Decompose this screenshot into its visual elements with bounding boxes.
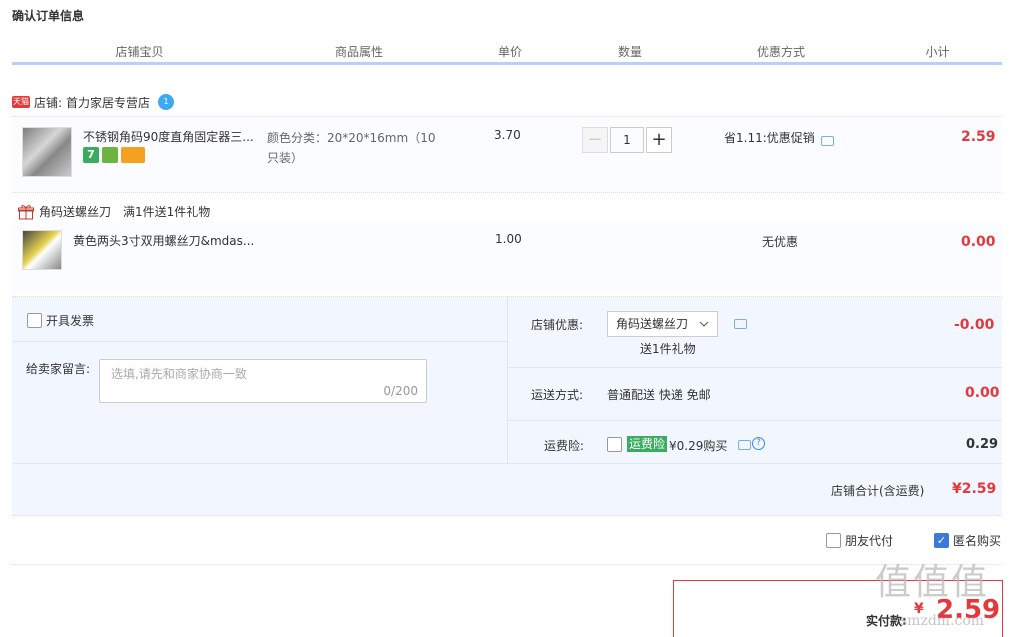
col-quantity: 数量 [617, 45, 642, 59]
quantity-input[interactable]: 1 [610, 127, 644, 153]
gift-header: 角码送螺丝刀 满1件送1件礼物 [18, 203, 210, 220]
shipping-amount: 0.00 [965, 385, 1000, 401]
attr-line: 颜色分类：20*20*16mm（10 [267, 131, 436, 145]
shipping-label: 运送方式: [531, 388, 584, 402]
item-subtotal: 2.59 [961, 129, 996, 145]
guarantee-icon [102, 147, 118, 163]
shop-name[interactable]: 首力家居专营店 [66, 94, 150, 111]
page-title: 确认订单信息 [12, 9, 85, 23]
chat-bubble-icon[interactable] [738, 440, 751, 450]
shipping-method: 普通配送 快递 免邮 [607, 388, 711, 402]
attr-line: 只装） [267, 151, 304, 165]
insurance-label: 运费险: [544, 439, 585, 453]
item-thumbnail[interactable] [22, 127, 72, 177]
gift-promo: 无优惠 [762, 235, 799, 249]
wangwang-chat-icon[interactable]: 1 [158, 94, 175, 110]
invoice-option: 开具发票 [27, 312, 94, 329]
insurance-price: ¥0.29购买 [669, 439, 728, 453]
item-service-tags: 7 [83, 147, 148, 163]
shop-discount-sub: 送1件礼物 [640, 342, 696, 356]
quantity-decrease-button[interactable]: − [582, 127, 608, 153]
anonymous-checkbox[interactable]: ✓ [934, 533, 949, 548]
invoice-label: 开具发票 [46, 314, 95, 328]
shop-total-label: 店铺合计(含运费) [831, 484, 925, 498]
col-unit-price: 单价 [497, 45, 522, 59]
gift-unit-price: 1.00 [495, 232, 522, 246]
quantity-increase-button[interactable]: + [646, 127, 672, 153]
anonymous-option: ✓ 匿名购买 [934, 532, 1001, 549]
shop-discount-amount: -0.00 [954, 317, 995, 333]
shop-discount-value: 角码送螺丝刀 [616, 317, 689, 331]
item-promo: 省1.11:优惠促销 [724, 129, 834, 146]
col-attributes: 商品属性 [334, 45, 383, 59]
col-discount: 优惠方式 [756, 45, 805, 59]
seven-day-return-icon: 7 [83, 147, 99, 163]
watermark-site: smzdm.com [900, 613, 985, 629]
item-unit-price: 3.70 [494, 128, 521, 142]
col-shop-items: 店铺宝贝 [115, 45, 164, 59]
help-icon[interactable]: ? [752, 437, 765, 450]
credit-card-icon [121, 147, 145, 163]
anonymous-label: 匿名购买 [953, 534, 1002, 548]
promo-text: 省1.11:优惠促销 [724, 131, 815, 145]
gift-thumbnail[interactable] [22, 230, 62, 270]
shop-label: 店铺: [34, 95, 63, 110]
shop-discount-label: 店铺优惠: [531, 318, 584, 332]
message-label: 给卖家留言: [26, 362, 91, 376]
insurance-checkbox[interactable] [607, 437, 622, 452]
friend-pay-label: 朋友代付 [845, 534, 894, 548]
chevron-down-icon [699, 321, 709, 327]
seller-message-input[interactable]: 选填,请先和商家协商一致 0/200 [99, 359, 427, 403]
friend-pay-checkbox[interactable] [826, 533, 841, 548]
shop-discount-select[interactable]: 角码送螺丝刀 [607, 311, 718, 337]
col-subtotal: 小计 [925, 45, 950, 59]
insurance-amount: 0.29 [966, 437, 999, 452]
gift-subtotal: 0.00 [961, 234, 996, 250]
chat-bubble-icon[interactable] [820, 135, 834, 146]
gift-item-title[interactable]: 黄色两头3寸双用螺丝刀&mdas... [73, 232, 254, 249]
quantity-stepper: − 1 + [582, 127, 672, 153]
shop-total-amount: ¥2.59 [952, 481, 997, 497]
watermark-logo: 值值值 [875, 562, 990, 603]
item-title[interactable]: 不锈钢角码90度直角固定器三... [83, 128, 258, 145]
column-header: 店铺宝贝 商品属性 单价 数量 优惠方式 小计 [12, 43, 1002, 65]
item-attributes: 颜色分类：20*20*16mm（10 只装） [267, 128, 435, 168]
invoice-checkbox[interactable] [27, 313, 42, 328]
chat-bubble-icon[interactable] [734, 319, 747, 329]
gift-rule: 满1件送1件礼物 [123, 205, 211, 219]
shop-row: 天猫 店铺: 首力家居专营店 1 [12, 92, 175, 112]
insurance-tag: 运费险 [627, 436, 668, 452]
message-counter: 0/200 [383, 384, 418, 398]
friend-pay-option: 朋友代付 [826, 532, 893, 549]
gift-icon [18, 204, 34, 219]
tmall-icon: 天猫 [12, 96, 30, 108]
gift-title: 角码送螺丝刀 [39, 205, 112, 219]
message-placeholder: 选填,请先和商家协商一致 [111, 367, 247, 381]
